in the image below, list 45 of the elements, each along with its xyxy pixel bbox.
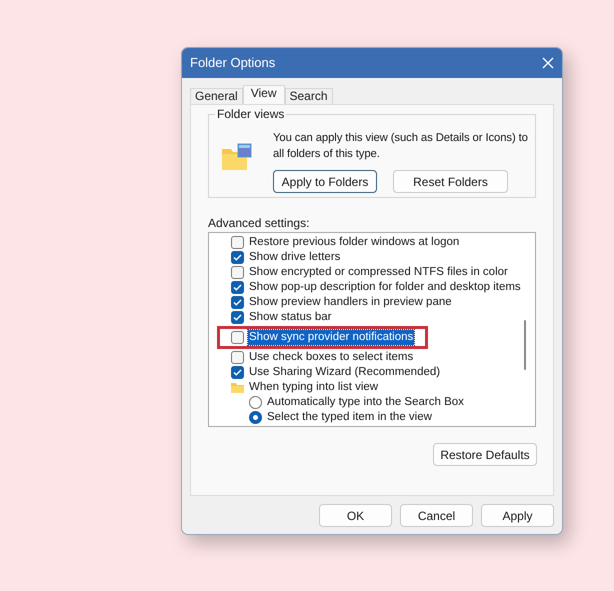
action-button[interactable]: Reset Folders	[393, 170, 508, 193]
tab[interactable]: View	[242, 85, 284, 104]
radio-button[interactable]	[249, 411, 262, 424]
checkbox[interactable]	[231, 236, 244, 249]
checkbox[interactable]	[231, 351, 244, 364]
checkbox[interactable]	[231, 251, 244, 264]
folder-icon	[231, 382, 244, 393]
checkmark-icon	[232, 282, 243, 293]
setting-label[interactable]: Restore previous folder windows at logon	[248, 235, 460, 250]
checkmark-icon	[232, 252, 243, 263]
setting-label[interactable]: Show sync provider notifications	[248, 330, 414, 345]
window-title: Folder Options	[190, 54, 276, 72]
setting-label[interactable]: Automatically type into the Search Box	[266, 395, 465, 410]
folder-icon	[221, 143, 253, 171]
tab[interactable]: General	[190, 88, 243, 104]
description-text: You can apply this view (such as Details or Icons) to all folders of this type.	[273, 131, 529, 162]
setting-label[interactable]: Show status bar	[248, 310, 332, 325]
checkbox[interactable]	[231, 296, 244, 309]
dialog-button[interactable]: OK	[319, 504, 392, 527]
checkbox[interactable]	[231, 366, 244, 379]
group-title: Folder views	[215, 107, 286, 121]
setting-label[interactable]: Use check boxes to select items	[248, 350, 414, 365]
action-button[interactable]: Apply to Folders	[273, 170, 377, 193]
checkbox[interactable]	[231, 311, 244, 324]
section-label: Advanced settings:	[208, 216, 310, 230]
dialog-button[interactable]: Cancel	[400, 504, 473, 527]
checkmark-icon	[232, 367, 243, 378]
checkbox[interactable]	[231, 266, 244, 279]
setting-label[interactable]: Show preview handlers in preview pane	[248, 295, 453, 310]
checkmark-icon	[232, 297, 243, 308]
setting-label[interactable]: Show pop-up description for folder and desktop items	[248, 280, 522, 295]
setting-label[interactable]: Select the typed item in the view	[266, 410, 433, 425]
setting-label[interactable]: Show encrypted or compressed NTFS files in color	[248, 265, 509, 280]
tab[interactable]: Search	[284, 88, 333, 104]
radio-button[interactable]	[249, 396, 262, 409]
checkbox[interactable]	[231, 281, 244, 294]
close-icon[interactable]	[542, 57, 554, 69]
checkbox[interactable]	[231, 331, 244, 344]
dialog-button[interactable]: Apply	[481, 504, 554, 527]
scrollbar-thumb[interactable]	[524, 320, 526, 370]
restore-defaults-button[interactable]: Restore Defaults	[433, 443, 537, 466]
setting-label[interactable]: When typing into list view	[248, 380, 380, 395]
setting-label[interactable]: Show drive letters	[248, 250, 342, 265]
setting-label[interactable]: Use Sharing Wizard (Recommended)	[248, 365, 442, 380]
checkmark-icon	[232, 312, 243, 323]
